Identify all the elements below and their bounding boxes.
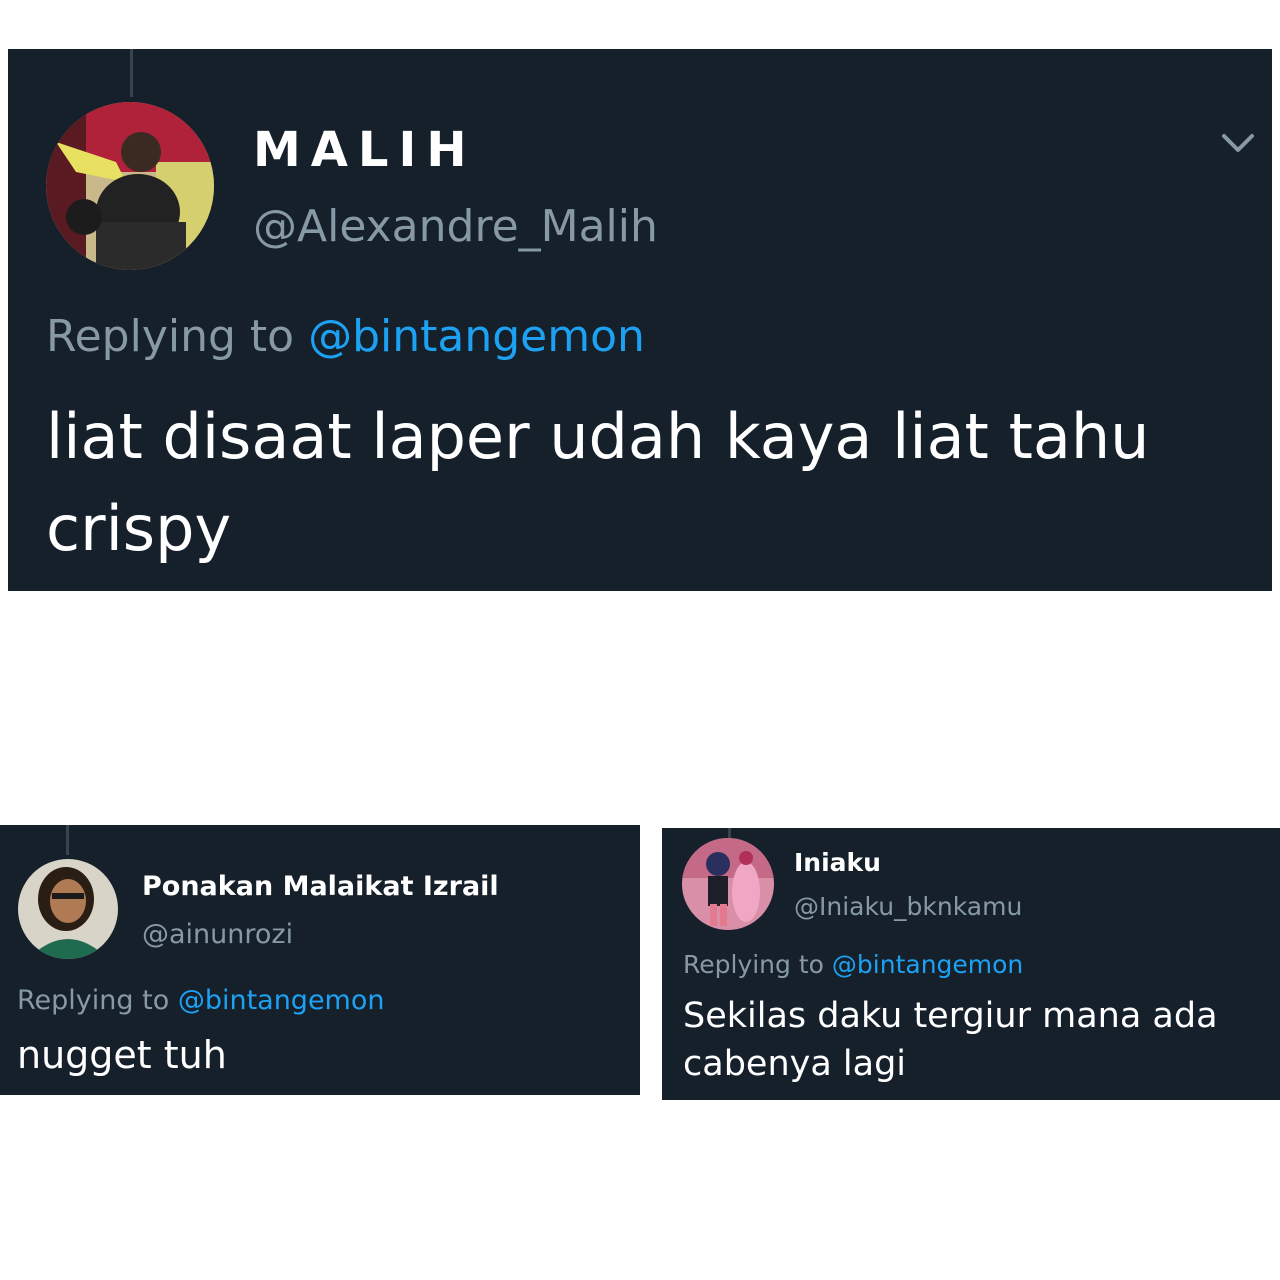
user-handle[interactable]: @Iniaku_bknkamu [794, 892, 1022, 921]
tweet-card-iniaku[interactable]: Iniaku @Iniaku_bknkamu Replying to @bint… [662, 828, 1280, 1100]
thread-connector-line [130, 49, 133, 97]
tweet-text: nugget tuh [17, 1033, 227, 1077]
avatar[interactable] [46, 102, 214, 270]
mention-link[interactable]: @bintangemon [832, 950, 1023, 979]
display-name[interactable]: Iniaku [794, 848, 881, 877]
display-name[interactable]: MALIH [253, 122, 477, 178]
tweet-text: liat disaat laper udah kaya liat tahu cr… [46, 400, 1150, 565]
mention-link[interactable]: @bintangemon [308, 311, 645, 362]
replying-to-label: Replying to [683, 950, 824, 979]
tweet-card-malih[interactable]: MALIH @Alexandre_Malih Replying to @bint… [8, 49, 1272, 591]
avatar[interactable] [682, 838, 774, 930]
chevron-down-icon[interactable] [1220, 131, 1256, 159]
replying-to-line: Replying to @bintangemon [46, 311, 645, 362]
replying-to-line: Replying to @bintangemon [17, 985, 385, 1016]
display-name[interactable]: Ponakan Malaikat Izrail [142, 871, 499, 902]
tweet-card-ainunrozi[interactable]: Ponakan Malaikat Izrail @ainunrozi Reply… [0, 825, 640, 1095]
tweet-text: Sekilas daku tergiur mana ada cabenya la… [683, 996, 1218, 1084]
replying-to-label: Replying to [46, 311, 295, 362]
thread-connector-line [66, 825, 69, 855]
user-handle[interactable]: @ainunrozi [142, 919, 293, 950]
replying-to-label: Replying to [17, 985, 170, 1016]
mention-link[interactable]: @bintangemon [178, 985, 385, 1016]
user-handle[interactable]: @Alexandre_Malih [253, 201, 658, 252]
avatar[interactable] [18, 859, 118, 959]
replying-to-line: Replying to @bintangemon [683, 950, 1023, 979]
